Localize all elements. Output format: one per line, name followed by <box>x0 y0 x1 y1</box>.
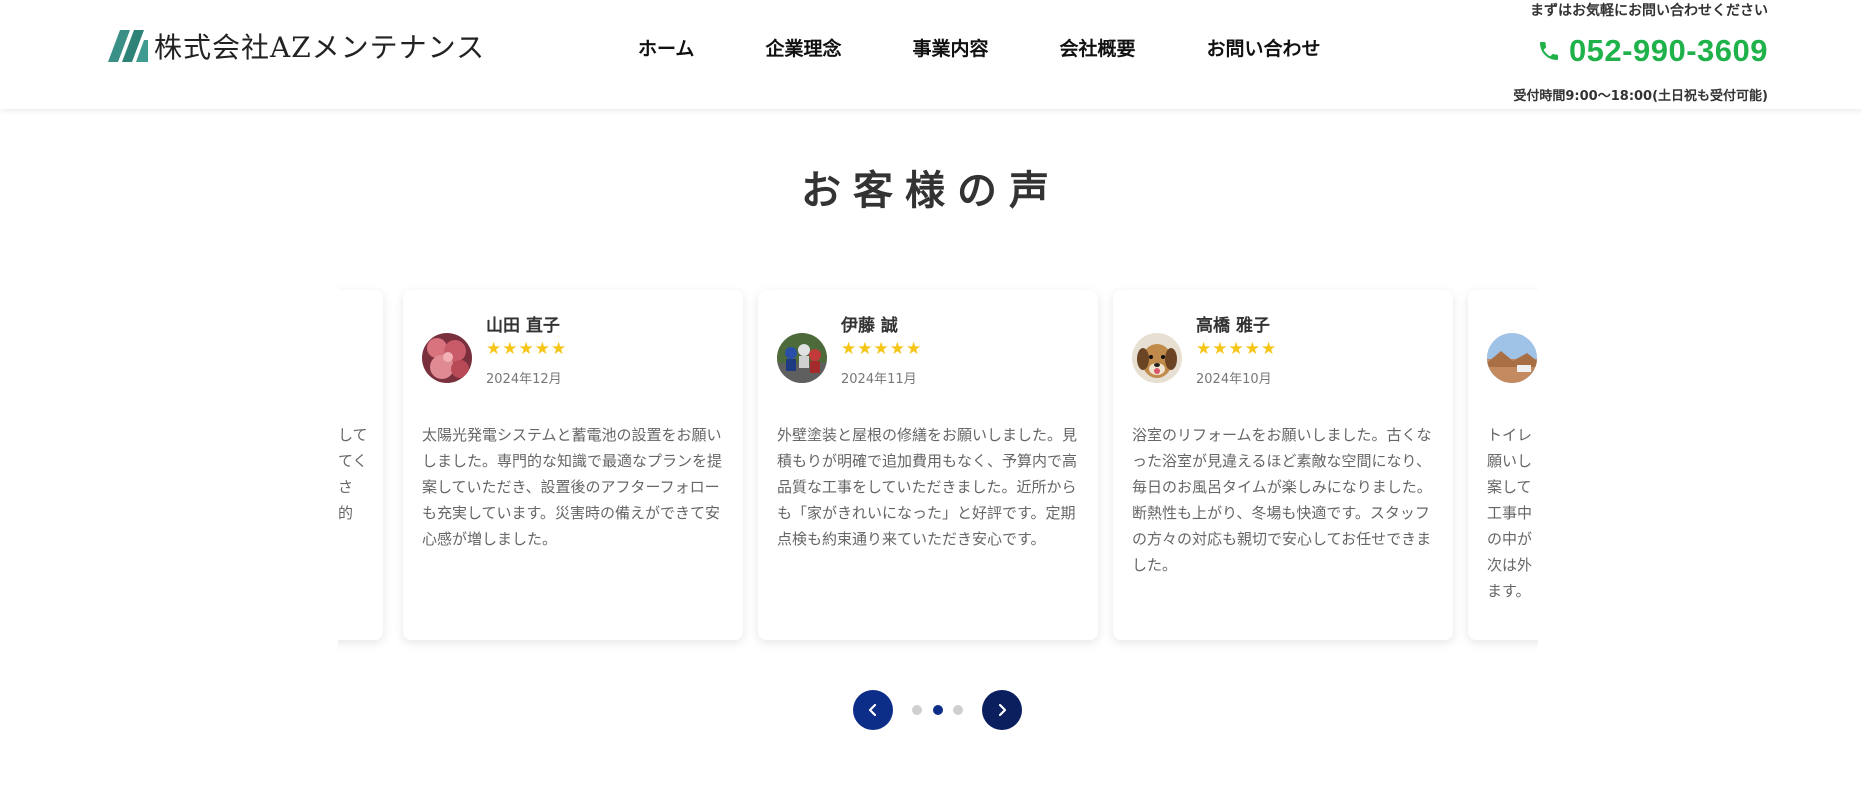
testimonial-card: して てく さ 的 <box>338 290 383 640</box>
cyclists-photo-icon <box>777 333 827 383</box>
section-title: お客様の声 <box>801 168 1061 214</box>
phone-icon <box>1539 42 1558 60</box>
nav-item-home[interactable]: ホーム <box>638 34 694 61</box>
nav-item-business[interactable]: 事業内容 <box>912 34 988 61</box>
star-rating: ★★★★★ <box>841 339 923 359</box>
chevron-left-icon <box>868 703 877 717</box>
review-text: トイレ 願いし 案して 工事中 の中が 次は外 ます。 <box>1487 426 1533 600</box>
prev-button[interactable] <box>853 690 893 730</box>
contact-lead: まずはお気軽にお問い合わせください <box>1530 3 1768 19</box>
review-date: 2024年11月 <box>841 372 917 387</box>
testimonial-card: トイレ 願いし 案して 工事中 の中が 次は外 ます。 <box>1468 290 1538 640</box>
review-text: 浴室のリフォームをお願いしました。古くなった浴室が見違えるほど素敵な空間になり、… <box>1132 426 1432 574</box>
chevron-right-icon <box>998 703 1007 717</box>
testimonial-carousel[interactable]: して てく さ 的 山田 直子 ★★★★★ 2024年12月 太陽光発電システム… <box>338 280 1538 655</box>
testimonial-card: 伊藤 誠 ★★★★★ 2024年11月 外壁塗装と屋根の修繕をお願いしました。見… <box>758 290 1098 640</box>
pager-dot[interactable] <box>953 705 963 715</box>
testimonial-card: 山田 直子 ★★★★★ 2024年12月 太陽光発電システムと蓄電池の設置をお願… <box>403 290 743 640</box>
customer-name: 高橋 雅子 <box>1196 316 1270 336</box>
pager-dot[interactable] <box>912 705 922 715</box>
next-button[interactable] <box>982 690 1022 730</box>
nav-item-company[interactable]: 会社概要 <box>1059 34 1135 61</box>
avatar <box>422 333 472 383</box>
logo-icon <box>108 30 148 62</box>
avatar <box>1487 333 1537 383</box>
star-rating: ★★★★★ <box>1196 339 1278 359</box>
review-text: 外壁塗装と屋根の修繕をお願いしました。見積もりが明確で追加費用もなく、予算内で高… <box>777 426 1078 548</box>
carousel-pager <box>0 690 1862 730</box>
site-logo[interactable]: 株式会社AZメンテナンス <box>108 26 485 66</box>
logo-text: 株式会社AZメンテナンス <box>154 31 486 64</box>
site-header: 株式会社AZメンテナンス ホーム 企業理念 事業内容 会社概要 お問い合わせ ま… <box>0 0 1862 109</box>
review-date: 2024年12月 <box>486 372 562 387</box>
testimonial-card: 高橋 雅子 ★★★★★ 2024年10月 浴室のリフォームをお願いしました。古く… <box>1113 290 1453 640</box>
dog-photo-icon <box>1132 333 1182 383</box>
pager-dot-active[interactable] <box>933 705 943 715</box>
customer-name: 山田 直子 <box>486 316 560 336</box>
avatar <box>1132 333 1182 383</box>
phone-number: 052-990-3609 <box>1568 33 1768 68</box>
nav-item-philosophy[interactable]: 企業理念 <box>765 34 841 61</box>
star-rating: ★★★★★ <box>486 339 568 359</box>
review-text: して てく さ 的 <box>338 426 368 522</box>
customer-name: 伊藤 誠 <box>841 316 898 336</box>
review-date: 2024年10月 <box>1196 372 1272 387</box>
review-text: 太陽光発電システムと蓄電池の設置をお願いしました。専門的な知識で最適なプランを提… <box>422 426 723 548</box>
avatar <box>777 333 827 383</box>
nav-item-contact[interactable]: お問い合わせ <box>1206 34 1320 61</box>
business-hours: 受付時間9:00〜18:00(土日祝も受付可能) <box>1513 89 1768 104</box>
main-nav: ホーム 企業理念 事業内容 会社概要 お問い合わせ <box>638 34 1321 61</box>
flowers-photo-icon <box>422 333 472 383</box>
phone-link[interactable]: 052-990-3609 <box>1537 33 1768 69</box>
landscape-photo-icon <box>1487 333 1537 383</box>
